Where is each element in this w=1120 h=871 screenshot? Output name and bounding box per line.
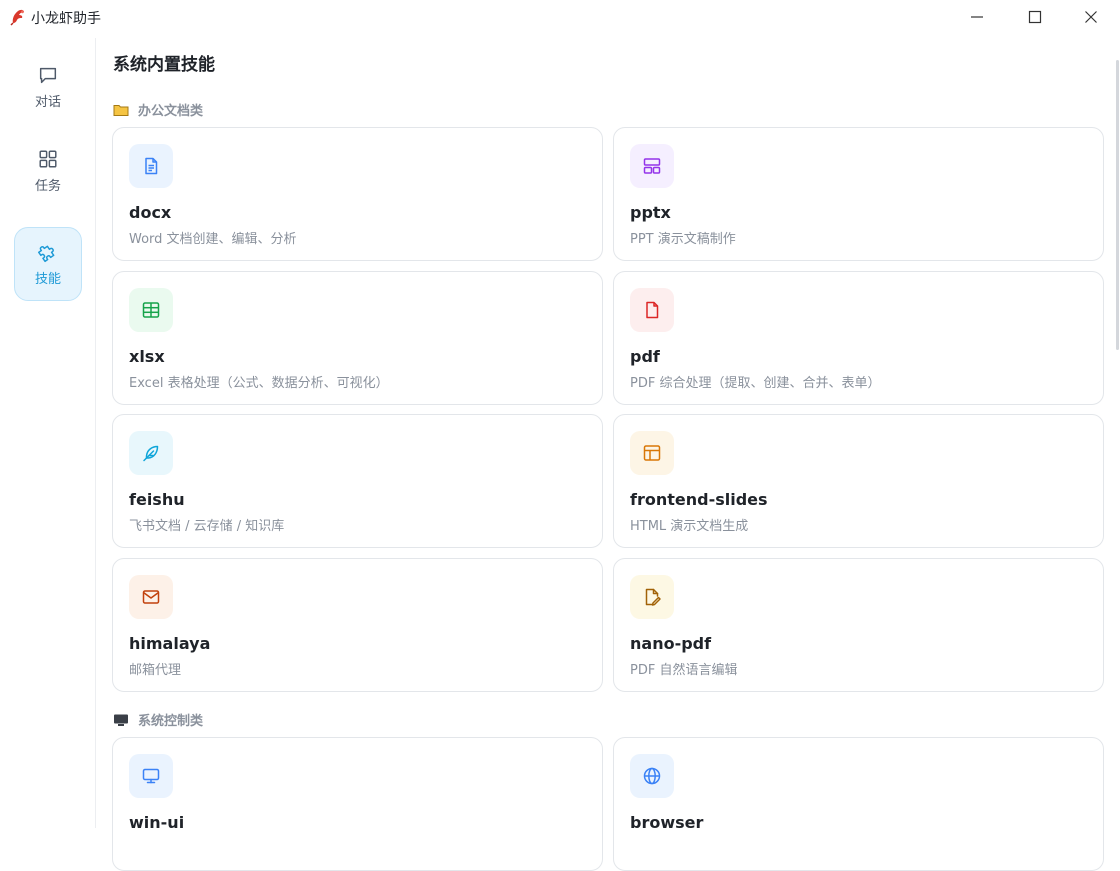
maximize-icon <box>1028 10 1042 24</box>
monitor-icon <box>114 714 128 726</box>
minimize-button[interactable] <box>954 0 1000 34</box>
sidebar-item-label: 对话 <box>34 95 61 110</box>
folder-icon <box>113 104 129 116</box>
section-label: 系统控制类 <box>138 714 204 729</box>
skill-description: Excel 表格处理（公式、数据分析、可视化） <box>129 376 389 391</box>
layout-icon <box>643 158 661 174</box>
page-title: 系统内置技能 <box>113 55 215 75</box>
table-icon <box>142 302 160 318</box>
panel-layout-icon <box>643 445 661 461</box>
skill-icon-box <box>630 754 674 798</box>
globe-icon <box>643 767 661 785</box>
skill-card-pptx[interactable]: pptx PPT 演示文稿制作 <box>613 127 1104 261</box>
skill-name: feishu <box>129 490 185 509</box>
skill-card-feishu[interactable]: feishu 飞书文档 / 云存储 / 知识库 <box>112 414 603 548</box>
skill-name: xlsx <box>129 347 165 366</box>
sidebar-item-chat[interactable]: 对话 <box>14 50 82 124</box>
skill-card-xlsx[interactable]: xlsx Excel 表格处理（公式、数据分析、可视化） <box>112 271 603 405</box>
skill-name: browser <box>630 813 704 832</box>
sidebar: 对话 任务 技能 <box>0 38 96 828</box>
skill-description: 邮箱代理 <box>129 663 182 678</box>
title-bar: 小龙虾助手 <box>0 0 1120 34</box>
skill-icon-box <box>129 431 173 475</box>
sidebar-item-label: 任务 <box>34 179 61 194</box>
puzzle-icon <box>37 245 55 263</box>
skill-description: PPT 演示文稿制作 <box>630 232 736 247</box>
skill-card-frontend-slides[interactable]: frontend-slides HTML 演示文档生成 <box>613 414 1104 548</box>
skill-icon-box <box>630 431 674 475</box>
skill-name: pptx <box>630 203 671 222</box>
close-icon <box>1085 11 1097 23</box>
skill-name: himalaya <box>129 634 211 653</box>
section-label: 办公文档类 <box>138 104 204 119</box>
skill-name: nano-pdf <box>630 634 712 653</box>
skill-card-himalaya[interactable]: himalaya 邮箱代理 <box>112 558 603 692</box>
vertical-scrollbar[interactable] <box>1116 60 1119 350</box>
skill-icon-box <box>129 754 173 798</box>
lobster-logo-icon <box>10 9 24 26</box>
chat-bubble-icon <box>39 67 57 84</box>
skill-description: PDF 综合处理（提取、创建、合并、表单） <box>630 376 881 391</box>
skill-card-browser[interactable]: browser <box>613 737 1104 871</box>
monitor-icon <box>142 768 160 784</box>
skill-icon-box <box>129 288 173 332</box>
skill-card-win-ui[interactable]: win-ui <box>112 737 603 871</box>
skill-card-docx[interactable]: docx Word 文档创建、编辑、分析 <box>112 127 603 261</box>
minimize-icon <box>971 16 983 18</box>
maximize-button[interactable] <box>1012 0 1058 34</box>
skill-name: frontend-slides <box>630 490 768 509</box>
skill-name: docx <box>129 203 172 222</box>
feather-icon <box>143 445 159 462</box>
skill-icon-box <box>129 144 173 188</box>
skill-card-pdf[interactable]: pdf PDF 综合处理（提取、创建、合并、表单） <box>613 271 1104 405</box>
skill-icon-box <box>630 288 674 332</box>
skill-icon-box <box>630 575 674 619</box>
grid-icon <box>39 150 57 168</box>
skill-description: HTML 演示文档生成 <box>630 519 749 534</box>
section-system-control: 系统控制类 <box>113 710 203 729</box>
file-icon <box>646 301 659 319</box>
skill-name: pdf <box>630 347 660 366</box>
close-button[interactable] <box>1068 0 1114 34</box>
main-content: 系统内置技能 办公文档类 docx Word 文档创建、编辑、分析 pptx P… <box>97 34 1120 871</box>
skill-name: win-ui <box>129 813 185 832</box>
skill-icon-box <box>129 575 173 619</box>
skill-description: 飞书文档 / 云存储 / 知识库 <box>129 519 285 534</box>
sidebar-item-tasks[interactable]: 任务 <box>14 134 82 208</box>
sidebar-item-skills[interactable]: 技能 <box>14 227 82 301</box>
app-title: 小龙虾助手 <box>31 11 101 27</box>
file-edit-icon <box>645 588 661 606</box>
skill-card-nano-pdf[interactable]: nano-pdf PDF 自然语言编辑 <box>613 558 1104 692</box>
sidebar-item-label: 技能 <box>34 272 61 287</box>
mail-icon <box>142 590 160 604</box>
skill-description: Word 文档创建、编辑、分析 <box>129 232 297 247</box>
skill-description: PDF 自然语言编辑 <box>630 663 738 678</box>
document-icon <box>145 157 158 175</box>
skill-icon-box <box>630 144 674 188</box>
section-office-docs: 办公文档类 <box>113 100 203 119</box>
